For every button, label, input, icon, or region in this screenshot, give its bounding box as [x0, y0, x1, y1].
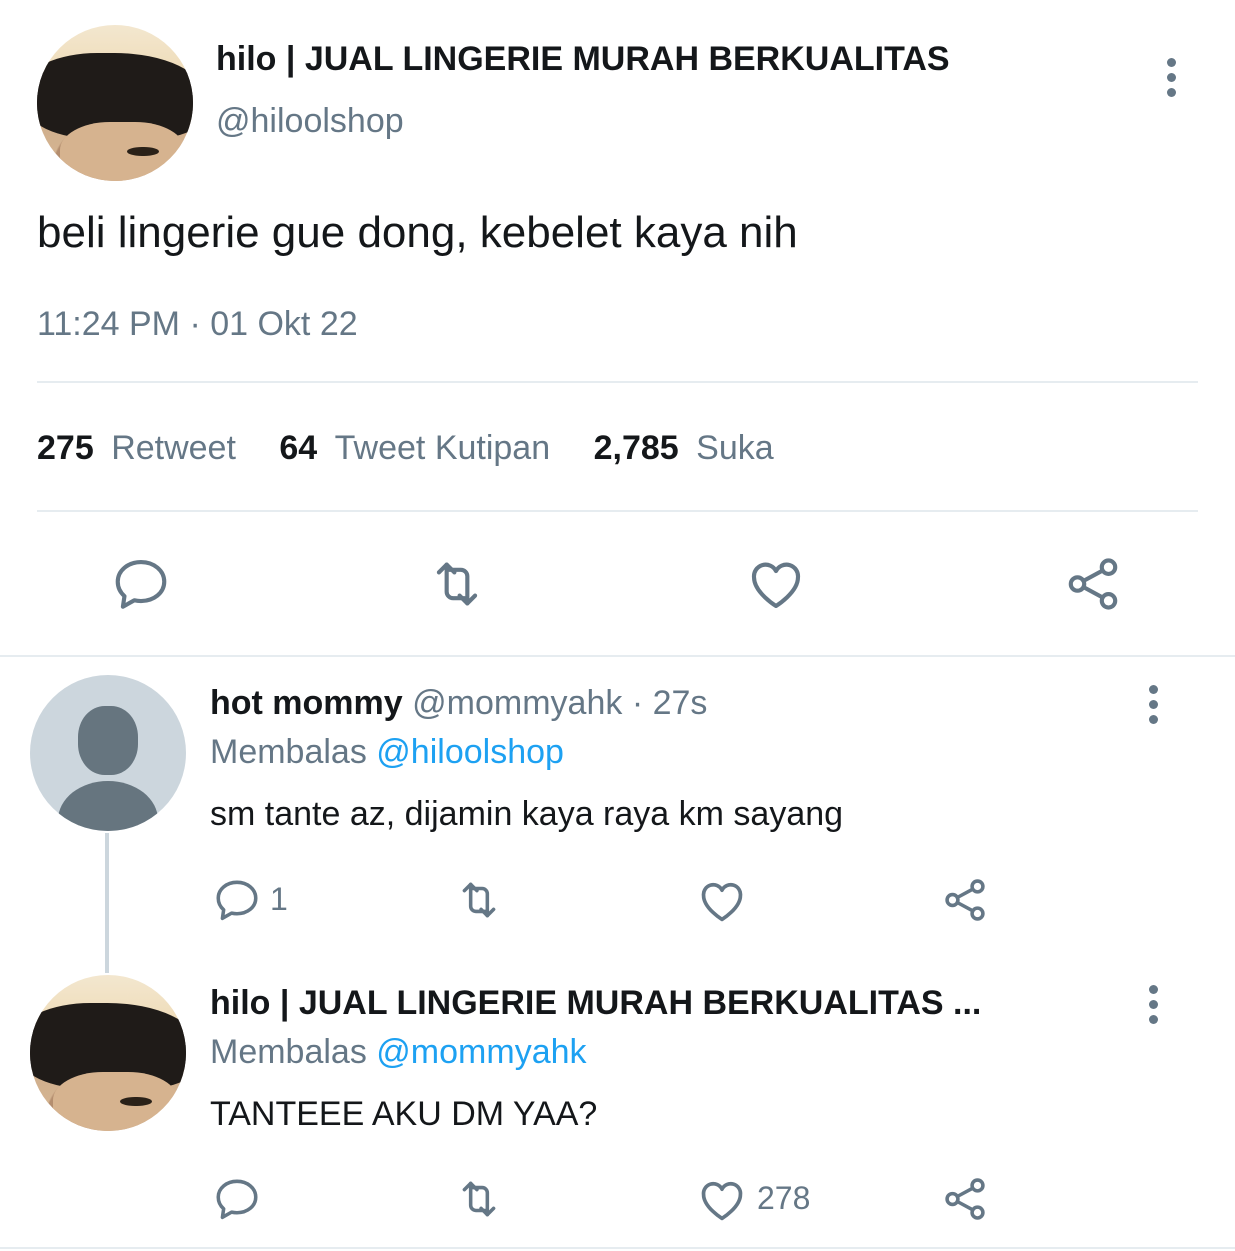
- reply-display-name[interactable]: hilo | JUAL LINGERIE MURAH BERKUALITAS .…: [210, 984, 981, 1023]
- share-icon[interactable]: [940, 1174, 990, 1224]
- retweet-stat[interactable]: 275 Retweet: [37, 429, 245, 467]
- reply-icon[interactable]: [110, 553, 172, 615]
- replying-to-handle[interactable]: @hiloolshop: [376, 733, 564, 771]
- like-icon[interactable]: [696, 875, 748, 927]
- reply-text: TANTEEE AKU DM YAA?: [210, 1095, 598, 1133]
- retweet-count: 275: [37, 429, 94, 467]
- like-count: 278: [757, 1180, 811, 1216]
- author-handle[interactable]: @hiloolshop: [216, 102, 404, 141]
- more-options-icon[interactable]: [1146, 985, 1160, 1030]
- reply-header: hot mommy @mommyahk · 27s: [210, 684, 707, 723]
- reply-icon[interactable]: [212, 1174, 262, 1224]
- thread-line: [105, 833, 109, 973]
- avatar-body-shape: [58, 781, 158, 831]
- avatar-eye: [120, 1096, 152, 1107]
- replying-label: Membalas: [210, 1033, 367, 1071]
- more-options-icon[interactable]: [1146, 685, 1160, 730]
- author-display-name[interactable]: hilo | JUAL LINGERIE MURAH BERKUALITAS: [216, 40, 950, 79]
- reply-icon[interactable]: [212, 875, 262, 925]
- avatar[interactable]: [30, 975, 186, 1131]
- reply-handle[interactable]: @mommyahk: [412, 684, 622, 722]
- avatar-skin: [60, 121, 186, 181]
- retweet-icon[interactable]: [452, 875, 506, 925]
- avatar-eye: [127, 146, 159, 157]
- reply-count: 1: [270, 881, 288, 917]
- avatar[interactable]: [37, 25, 193, 181]
- reply-time[interactable]: · 27s: [632, 684, 708, 722]
- like-count: 2,785: [593, 429, 679, 467]
- quote-count: 64: [279, 429, 318, 467]
- divider: [0, 655, 1235, 657]
- quote-stat[interactable]: 64 Tweet Kutipan: [279, 429, 559, 467]
- retweet-icon[interactable]: [452, 1174, 506, 1224]
- retweet-label: Retweet: [111, 429, 236, 467]
- replying-label: Membalas: [210, 733, 367, 771]
- avatar-skin: [53, 1071, 179, 1131]
- divider: [0, 1247, 1235, 1249]
- reply-text: sm tante az, dijamin kaya raya km sayang: [210, 795, 844, 833]
- divider: [37, 381, 1198, 383]
- replying-to-handle[interactable]: @mommyahk: [376, 1033, 586, 1071]
- like-label: Suka: [696, 429, 774, 467]
- more-options-icon[interactable]: [1164, 58, 1178, 103]
- tweet-text: beli lingerie gue dong, kebelet kaya nih: [37, 208, 798, 257]
- share-icon[interactable]: [940, 875, 990, 925]
- share-icon[interactable]: [1062, 553, 1124, 615]
- replying-to: Membalas @mommyahk: [210, 1033, 587, 1072]
- tweet-timestamp[interactable]: 11:24 PM · 01 Okt 22: [37, 305, 358, 344]
- divider: [37, 510, 1198, 512]
- quote-label: Tweet Kutipan: [334, 429, 551, 467]
- like-stat[interactable]: 2,785 Suka: [594, 429, 774, 467]
- replying-to: Membalas @hiloolshop: [210, 733, 564, 772]
- default-avatar[interactable]: [30, 675, 186, 831]
- like-icon[interactable]: [696, 1174, 748, 1226]
- like-icon[interactable]: [745, 553, 807, 615]
- tweet-stats: 275 Retweet 64 Tweet Kutipan 2,785 Suka: [37, 429, 774, 468]
- retweet-icon[interactable]: [424, 553, 490, 615]
- reply-display-name[interactable]: hot mommy: [210, 684, 403, 722]
- avatar-head-shape: [78, 706, 138, 775]
